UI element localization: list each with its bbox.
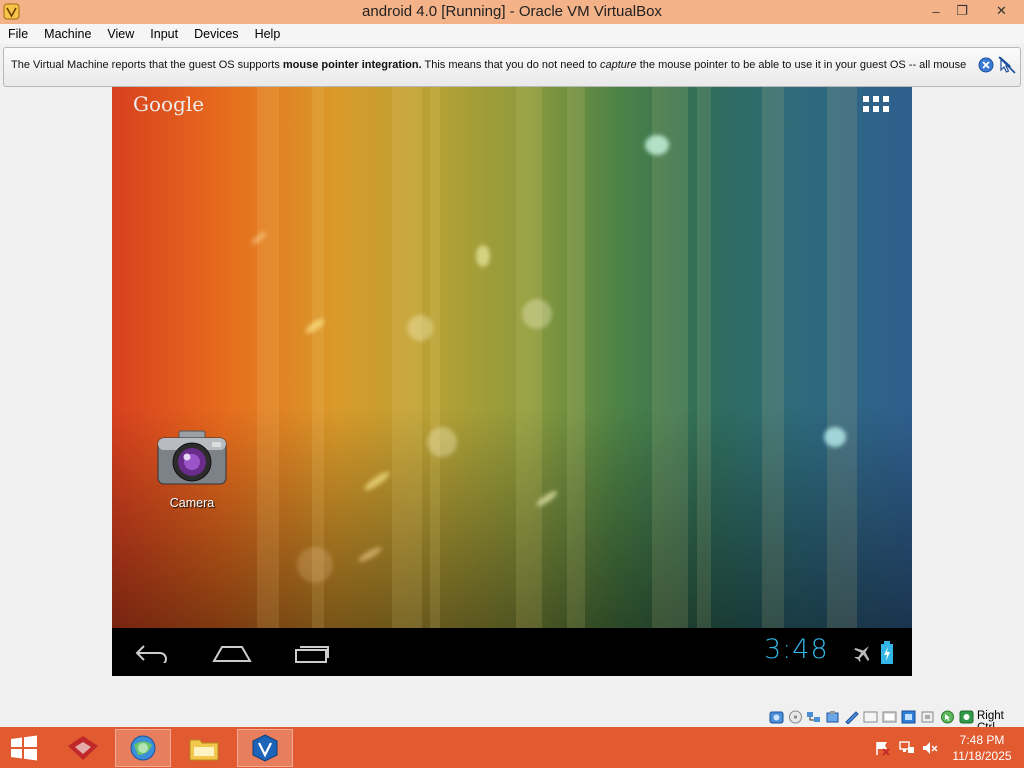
menu-machine[interactable]: Machine bbox=[36, 24, 99, 44]
video-capture-icon[interactable] bbox=[882, 710, 897, 724]
window-title-bar[interactable]: android 4.0 [Running] - Oracle VM Virtua… bbox=[0, 0, 1024, 24]
file-explorer-icon bbox=[189, 739, 219, 761]
cpu-icon[interactable] bbox=[920, 710, 935, 724]
guest-display[interactable]: Google Camera 3:48 bbox=[112, 77, 912, 676]
android-clock: 3:48 bbox=[764, 634, 829, 665]
close-button[interactable]: ✕ bbox=[979, 0, 1024, 22]
airplane-mode-icon bbox=[854, 646, 870, 663]
battery-charging-icon bbox=[881, 641, 893, 664]
keyboard-capture-icon[interactable] bbox=[959, 710, 974, 724]
menu-help[interactable]: Help bbox=[247, 24, 289, 44]
taskbar-virtualbox[interactable] bbox=[237, 729, 293, 767]
back-icon[interactable] bbox=[134, 643, 170, 663]
minimize-icon: – bbox=[932, 3, 940, 19]
do-not-show-again-icon[interactable] bbox=[998, 56, 1016, 74]
camera-label: Camera bbox=[169, 496, 215, 510]
mouse-integration-icon[interactable] bbox=[940, 710, 955, 724]
taskbar-browser[interactable] bbox=[115, 729, 171, 767]
taskbar-app-1[interactable] bbox=[55, 729, 111, 767]
camera-icon bbox=[157, 430, 227, 485]
windows-taskbar: 7:48 PM 11/18/2025 bbox=[0, 727, 1024, 768]
home-icon[interactable] bbox=[212, 643, 252, 663]
taskbar-file-explorer[interactable] bbox=[176, 729, 232, 767]
restore-button[interactable]: ❐ bbox=[947, 0, 977, 22]
clock-date: 11/18/2025 bbox=[952, 749, 1012, 763]
vm-status-bar: Right Ctrl bbox=[0, 707, 1024, 734]
virtualization-icon[interactable] bbox=[901, 710, 916, 724]
app-icon bbox=[68, 736, 98, 760]
notice-text: The Virtual Machine reports that the gue… bbox=[11, 59, 967, 71]
hard-disk-icon[interactable] bbox=[769, 710, 784, 724]
app-drawer-grid-icon[interactable] bbox=[863, 96, 889, 112]
google-search-label[interactable]: Google bbox=[133, 92, 204, 116]
menu-bar: File Machine View Input Devices Help bbox=[0, 24, 1024, 44]
window-title: android 4.0 [Running] - Oracle VM Virtua… bbox=[362, 3, 662, 20]
optical-drive-icon[interactable] bbox=[788, 710, 803, 724]
shared-folders-icon[interactable] bbox=[844, 710, 859, 724]
close-icon[interactable] bbox=[978, 57, 994, 73]
menu-view[interactable]: View bbox=[99, 24, 142, 44]
browser-icon bbox=[130, 735, 156, 761]
windows-start-icon[interactable] bbox=[9, 735, 39, 761]
mouse-integration-notice: The Virtual Machine reports that the gue… bbox=[3, 47, 1021, 87]
close-window-icon: ✕ bbox=[996, 3, 1007, 18]
restore-icon: ❐ bbox=[956, 3, 968, 18]
virtualbox-icon bbox=[252, 734, 278, 762]
network-tray-icon[interactable] bbox=[899, 740, 915, 756]
action-center-flag-icon[interactable] bbox=[874, 740, 890, 756]
network-icon[interactable] bbox=[806, 710, 821, 724]
camera-app-shortcut[interactable]: Camera bbox=[156, 428, 228, 518]
clock-time: 7:48 PM bbox=[959, 733, 1005, 747]
menu-input[interactable]: Input bbox=[142, 24, 186, 44]
volume-muted-icon[interactable] bbox=[922, 740, 938, 756]
system-clock[interactable]: 7:48 PM 11/18/2025 bbox=[950, 732, 1014, 764]
menu-file[interactable]: File bbox=[0, 24, 36, 44]
usb-icon[interactable] bbox=[825, 710, 840, 724]
menu-devices[interactable]: Devices bbox=[186, 24, 246, 44]
android-navigation-bar: 3:48 bbox=[112, 628, 912, 676]
android-wallpaper[interactable]: Google Camera bbox=[112, 77, 912, 628]
recent-apps-icon[interactable] bbox=[294, 642, 330, 664]
display-icon[interactable] bbox=[863, 710, 878, 724]
